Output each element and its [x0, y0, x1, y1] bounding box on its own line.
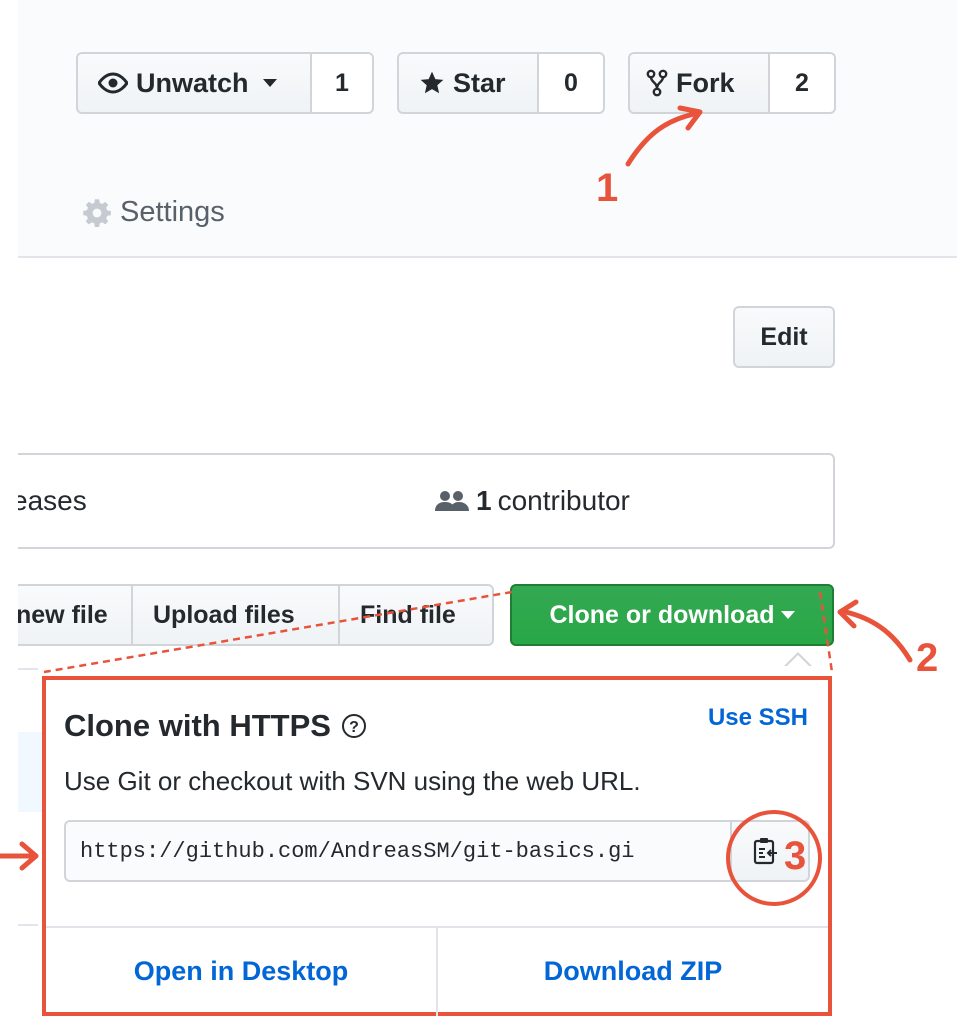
clone-description: Use Git or checkout with SVN using the w… [64, 766, 641, 796]
new-file-label: new file [16, 600, 108, 629]
annotation-circle-3 [726, 810, 822, 906]
repo-summary: eases 1 contributor [10, 453, 835, 549]
left-edge [0, 0, 18, 1026]
chevron-down-icon [262, 79, 277, 87]
fork-group: Fork 2 [628, 52, 836, 114]
settings-label: Settings [120, 196, 225, 228]
open-in-desktop-button[interactable]: Open in Desktop [46, 928, 436, 1014]
find-file-label: Find file [360, 600, 456, 629]
download-zip-button[interactable]: Download ZIP [438, 928, 828, 1014]
unwatch-label: Unwatch [136, 67, 249, 98]
star-icon [420, 71, 444, 94]
find-file-button[interactable]: Find file [338, 584, 494, 646]
clone-label: Clone or download [549, 600, 775, 629]
clone-url-input[interactable]: https://github.com/AndreasSM/git-basics.… [64, 820, 732, 882]
edit-button[interactable]: Edit [733, 306, 835, 368]
gear-icon [83, 198, 111, 227]
svg-text:?: ? [349, 719, 359, 736]
fork-button[interactable]: Fork [628, 52, 770, 114]
arrow-2-head [837, 599, 859, 629]
list-divider [18, 924, 38, 926]
star-label: Star [453, 67, 506, 98]
file-actions: new file Upload files Find file [0, 584, 494, 646]
fork-label: Fork [676, 67, 735, 98]
list-divider [18, 668, 38, 670]
releases-link[interactable]: eases [12, 485, 87, 517]
watch-group: Unwatch 1 [76, 52, 374, 114]
tab-settings[interactable]: Settings [82, 196, 225, 229]
new-file-button[interactable]: new file [0, 584, 133, 646]
upload-files-label: Upload files [153, 600, 295, 629]
clone-dropdown: Clone with HTTPS ? Use SSH Use Git or ch… [42, 676, 832, 1016]
fork-icon [646, 69, 668, 97]
chevron-down-icon [780, 611, 795, 619]
arrow-left-head [19, 841, 39, 871]
use-ssh-link[interactable]: Use SSH [708, 704, 808, 732]
clone-title: Clone with HTTPS ? [64, 708, 367, 744]
list-item-highlight [18, 732, 42, 812]
annotation-step-3: 3 [784, 834, 807, 878]
annotation-step-2: 2 [916, 636, 939, 680]
annotation-step-1: 1 [596, 166, 619, 210]
star-button[interactable]: Star [397, 52, 539, 114]
eye-icon [98, 72, 128, 94]
upload-files-button[interactable]: Upload files [131, 584, 340, 646]
contributor-label: contributor [497, 485, 630, 516]
fork-count[interactable]: 2 [770, 52, 836, 114]
question-icon[interactable]: ? [341, 713, 367, 739]
clone-title-text: Clone with HTTPS [64, 708, 331, 743]
unwatch-button[interactable]: Unwatch [76, 52, 312, 114]
star-group: Star 0 [397, 52, 605, 114]
dropdown-caret-inner [786, 655, 810, 667]
arrow-2 [843, 609, 913, 663]
people-icon [435, 491, 469, 511]
star-count[interactable]: 0 [539, 52, 605, 114]
clone-or-download-button[interactable]: Clone or download [510, 584, 834, 646]
contributor-count: 1 [476, 485, 492, 516]
contributors-link[interactable]: 1 contributor [434, 485, 630, 517]
watch-count[interactable]: 1 [312, 52, 374, 114]
